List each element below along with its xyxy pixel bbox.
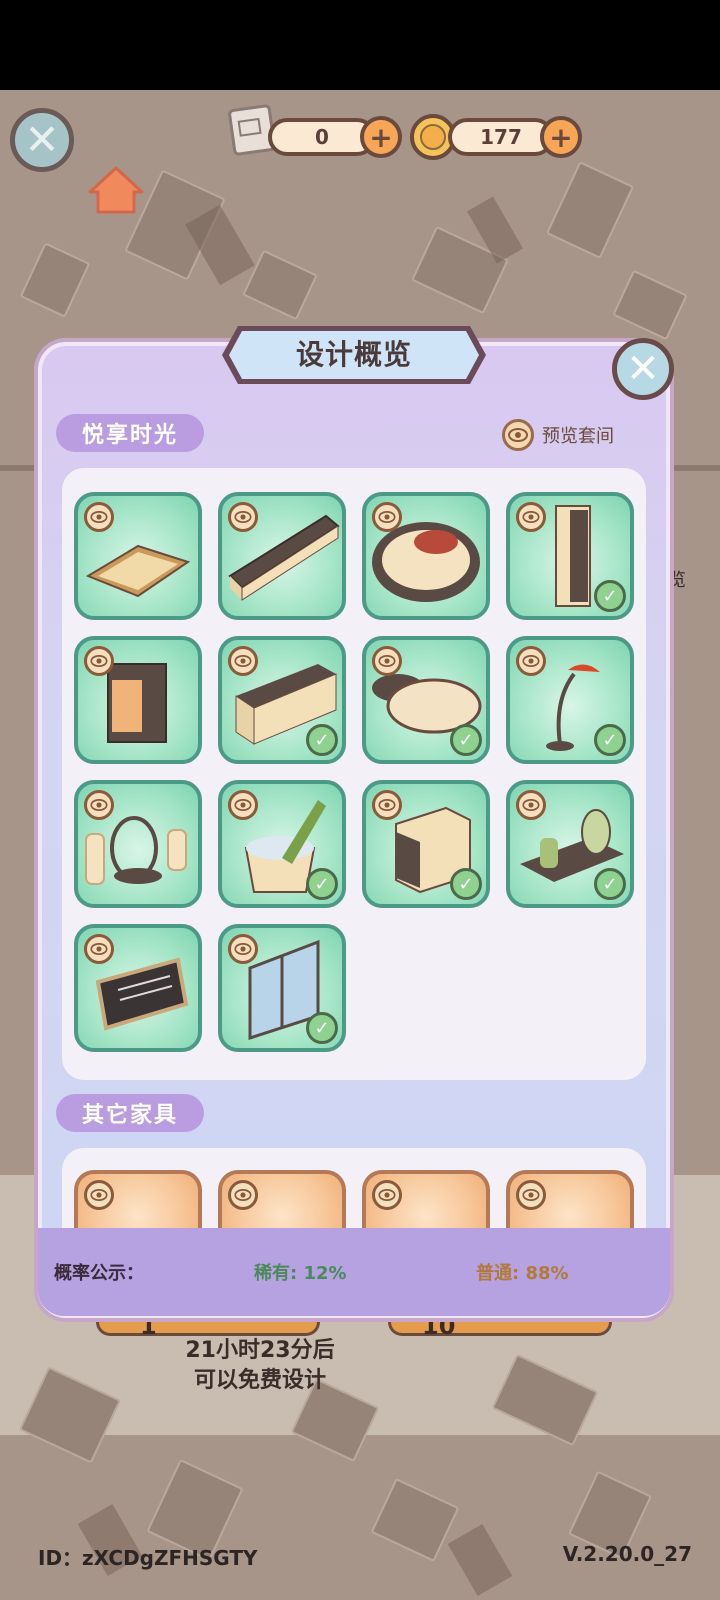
owned-check-icon: ✓	[306, 1012, 338, 1044]
free-design-timer: 21小时23分后 可以免费设计	[110, 1336, 410, 1396]
home-icon[interactable]	[86, 164, 146, 216]
eye-icon[interactable]	[372, 790, 402, 820]
eye-icon[interactable]	[84, 790, 114, 820]
item-tile-floor-lamp[interactable]: ✓	[506, 636, 634, 764]
free-design-line1: 21小时23分后	[185, 1338, 335, 1363]
item-tile-candles[interactable]	[74, 780, 202, 908]
owned-check-icon: ✓	[450, 724, 482, 756]
player-id: ID：zXCDgZFHSGTY	[38, 1546, 258, 1570]
version-label: V.2.20.0_27	[562, 1542, 692, 1566]
probability-bar: 概率公示： 稀有: 12% 普通: 88%	[38, 1228, 670, 1316]
add-coin-button[interactable]: +	[540, 116, 582, 158]
eye-icon[interactable]	[372, 646, 402, 676]
item-tile-tv-cabinet[interactable]	[218, 492, 346, 620]
item-tile-rug[interactable]	[74, 492, 202, 620]
item-tile-air-purifier[interactable]: ✓	[506, 492, 634, 620]
eye-icon[interactable]	[228, 646, 258, 676]
back-close-button[interactable]: ✕	[10, 108, 74, 172]
eye-icon[interactable]	[372, 502, 402, 532]
free-design-line2: 可以免费设计	[193, 1368, 326, 1393]
eye-icon[interactable]	[372, 1180, 402, 1210]
close-icon: ✕	[24, 115, 60, 164]
eye-icon[interactable]	[228, 790, 258, 820]
status-bar	[0, 0, 720, 90]
eye-icon[interactable]	[516, 1180, 546, 1210]
eye-icon[interactable]	[516, 502, 546, 532]
section-tag-leisure: 悦享时光	[56, 414, 204, 452]
eye-icon[interactable]	[84, 1180, 114, 1210]
coin-count: 177	[448, 118, 554, 156]
add-scroll-button[interactable]: +	[360, 116, 402, 158]
eye-icon[interactable]	[84, 646, 114, 676]
side-partial-label: 览	[668, 570, 686, 591]
section-tag-other-furniture: 其它家具	[56, 1094, 204, 1132]
item-tile-menu-board[interactable]	[74, 924, 202, 1052]
item-tile-window[interactable]: ✓	[218, 924, 346, 1052]
modal-title: 设计概览	[295, 338, 412, 371]
probability-rare: 稀有: 12%	[254, 1263, 347, 1284]
eye-icon[interactable]	[516, 790, 546, 820]
owned-check-icon: ✓	[594, 724, 626, 756]
item-tile-coffee-table[interactable]: ✓	[362, 636, 490, 764]
owned-check-icon: ✓	[450, 868, 482, 900]
item-tile-aroma-tray[interactable]: ✓	[506, 780, 634, 908]
probability-label: 概率公示：	[54, 1263, 144, 1284]
item-tile-champagne-bucket[interactable]: ✓	[218, 780, 346, 908]
owned-check-icon: ✓	[594, 868, 626, 900]
eye-icon[interactable]	[228, 1180, 258, 1210]
modal-close-button[interactable]: ✕	[612, 338, 674, 400]
owned-check-icon: ✓	[306, 868, 338, 900]
eye-icon[interactable]	[516, 646, 546, 676]
item-tile-mini-fridge[interactable]: ✓	[362, 780, 490, 908]
item-tile-sideboard[interactable]: ✓	[218, 636, 346, 764]
owned-check-icon: ✓	[594, 580, 626, 612]
eye-icon[interactable]	[84, 502, 114, 532]
preview-suite-label: 预览套间	[542, 426, 614, 447]
owned-check-icon: ✓	[306, 724, 338, 756]
eye-icon	[502, 419, 534, 451]
eye-icon[interactable]	[84, 934, 114, 964]
eye-icon[interactable]	[228, 502, 258, 532]
probability-common: 普通: 88%	[476, 1263, 569, 1284]
preview-suite-button[interactable]: 预览套间	[502, 416, 614, 454]
item-tile-round-bed[interactable]	[362, 492, 490, 620]
eye-icon[interactable]	[228, 934, 258, 964]
close-icon: ✕	[626, 346, 660, 392]
item-tile-hotpot-cart[interactable]	[74, 636, 202, 764]
